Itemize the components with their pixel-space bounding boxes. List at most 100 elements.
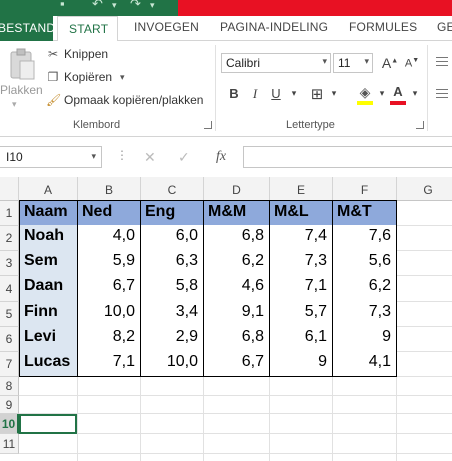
underline-button[interactable]: U: [267, 86, 285, 101]
paste-dropdown-icon[interactable]: ▾: [12, 99, 17, 110]
copy-dropdown-icon[interactable]: ▾: [120, 72, 125, 83]
grade-cell[interactable]: 6,2: [204, 250, 270, 276]
name-cell[interactable]: Daan: [19, 275, 78, 302]
tab-insert[interactable]: INVOEGEN: [134, 20, 199, 34]
grade-cell[interactable]: 7,4: [270, 225, 333, 251]
grade-cell[interactable]: 7,3: [333, 301, 397, 327]
grade-cell[interactable]: 6,0: [141, 225, 204, 251]
grade-cell[interactable]: 6,2: [333, 275, 397, 302]
row-header-9[interactable]: 9: [0, 396, 19, 414]
grade-cell[interactable]: 7,3: [270, 250, 333, 276]
font-name-select[interactable]: Calibri ▾: [221, 53, 331, 73]
name-cell[interactable]: Noah: [19, 225, 78, 251]
undo-dropdown-icon[interactable]: ▾: [112, 0, 117, 11]
row-header-3[interactable]: 3: [0, 251, 19, 276]
grade-cell[interactable]: 7,1: [78, 351, 141, 377]
table-header-cell[interactable]: M&M: [204, 200, 270, 226]
grade-cell[interactable]: 9,1: [204, 301, 270, 327]
underline-dropdown-icon[interactable]: ▾: [285, 88, 303, 99]
table-header-cell[interactable]: Ned: [78, 200, 141, 226]
tab-file[interactable]: BESTAND: [0, 16, 53, 41]
font-size-select[interactable]: 11 ▾: [333, 53, 373, 73]
grade-cell[interactable]: 2,9: [141, 326, 204, 352]
tab-data[interactable]: GE: [437, 20, 452, 34]
grade-cell[interactable]: 9: [270, 351, 333, 377]
align-left-icon[interactable]: [436, 89, 450, 101]
format-painter-button[interactable]: 🖌 Opmaak kopiëren/plakken: [46, 93, 203, 107]
table-header-cell[interactable]: Eng: [141, 200, 204, 226]
font-launcher-icon[interactable]: [416, 121, 424, 129]
tab-page-layout[interactable]: PAGINA-INDELING: [220, 20, 328, 34]
tab-formulas[interactable]: FORMULES: [349, 20, 417, 34]
column-header-g[interactable]: G: [397, 177, 452, 201]
column-header-f[interactable]: F: [333, 177, 397, 201]
grade-cell[interactable]: 4,6: [204, 275, 270, 302]
name-box[interactable]: I10 ▾: [0, 146, 102, 168]
cut-button[interactable]: ✂ Knippen: [46, 47, 108, 61]
fill-color-icon[interactable]: ◈: [356, 84, 374, 101]
grade-cell[interactable]: 5,6: [333, 250, 397, 276]
redo-dropdown-icon[interactable]: ▾: [150, 0, 155, 11]
grade-cell[interactable]: 6,1: [270, 326, 333, 352]
column-header-e[interactable]: E: [270, 177, 333, 201]
undo-icon[interactable]: ↶: [92, 0, 103, 12]
redo-icon[interactable]: ↷: [130, 0, 141, 12]
grade-cell[interactable]: 7,6: [333, 225, 397, 251]
grade-cell[interactable]: 8,2: [78, 326, 141, 352]
grade-cell[interactable]: 5,8: [141, 275, 204, 302]
grade-cell[interactable]: 9: [333, 326, 397, 352]
grade-cell[interactable]: 4,1: [333, 351, 397, 377]
formula-input[interactable]: [243, 146, 452, 168]
font-color-button[interactable]: A: [389, 84, 407, 99]
copy-button[interactable]: ❐ Kopiëren ▾: [46, 70, 125, 84]
insert-function-button[interactable]: fx: [216, 149, 226, 165]
align-top-icon[interactable]: [436, 57, 450, 69]
table-header-cell[interactable]: M&T: [333, 200, 397, 226]
row-header-11[interactable]: 11: [0, 434, 19, 454]
table-header-cell[interactable]: Naam: [19, 200, 78, 226]
grade-cell[interactable]: 6,3: [141, 250, 204, 276]
grade-cell[interactable]: 10,0: [141, 351, 204, 377]
tab-start[interactable]: START: [57, 16, 118, 42]
column-header-c[interactable]: C: [141, 177, 204, 201]
border-icon[interactable]: ⊞: [308, 85, 326, 103]
name-cell[interactable]: Finn: [19, 301, 78, 327]
enter-icon[interactable]: ✓: [178, 149, 190, 166]
italic-button[interactable]: I: [246, 86, 264, 102]
paste-button[interactable]: Plakken: [0, 83, 43, 97]
grade-cell[interactable]: 4,0: [78, 225, 141, 251]
column-header-b[interactable]: B: [78, 177, 141, 201]
grade-cell[interactable]: 6,8: [204, 225, 270, 251]
grade-cell[interactable]: 10,0: [78, 301, 141, 327]
name-cell[interactable]: Sem: [19, 250, 78, 276]
row-header-10[interactable]: 10: [0, 414, 19, 434]
grow-font-button[interactable]: A▲: [381, 55, 399, 71]
grade-cell[interactable]: 5,7: [270, 301, 333, 327]
shrink-font-button[interactable]: A▼: [403, 57, 421, 70]
font-color-dropdown-icon[interactable]: ▾: [406, 88, 424, 99]
table-header-cell[interactable]: M&L: [270, 200, 333, 226]
clipboard-launcher-icon[interactable]: [204, 121, 212, 129]
bold-button[interactable]: B: [225, 86, 243, 101]
column-header-a[interactable]: A: [19, 177, 78, 201]
border-dropdown-icon[interactable]: ▾: [325, 88, 343, 99]
grade-cell[interactable]: 3,4: [141, 301, 204, 327]
row-header-5[interactable]: 5: [0, 302, 19, 327]
grade-cell[interactable]: 6,8: [204, 326, 270, 352]
row-header-4[interactable]: 4: [0, 276, 19, 302]
row-header-7[interactable]: 7: [0, 352, 19, 377]
row-header-1[interactable]: 1: [0, 201, 19, 226]
select-all-corner[interactable]: [0, 177, 19, 201]
row-header-8[interactable]: 8: [0, 377, 19, 396]
paste-icon[interactable]: [8, 47, 36, 83]
name-cell[interactable]: Lucas: [19, 351, 78, 377]
row-header-2[interactable]: 2: [0, 226, 19, 251]
column-header-d[interactable]: D: [204, 177, 270, 201]
grade-cell[interactable]: 5,9: [78, 250, 141, 276]
grade-cell[interactable]: 6,7: [204, 351, 270, 377]
formula-bar-grip-icon[interactable]: ⋮: [116, 148, 128, 162]
row-header-6[interactable]: 6: [0, 327, 19, 352]
grade-cell[interactable]: 6,7: [78, 275, 141, 302]
cancel-icon[interactable]: ✕: [144, 149, 156, 166]
grade-cell[interactable]: 7,1: [270, 275, 333, 302]
